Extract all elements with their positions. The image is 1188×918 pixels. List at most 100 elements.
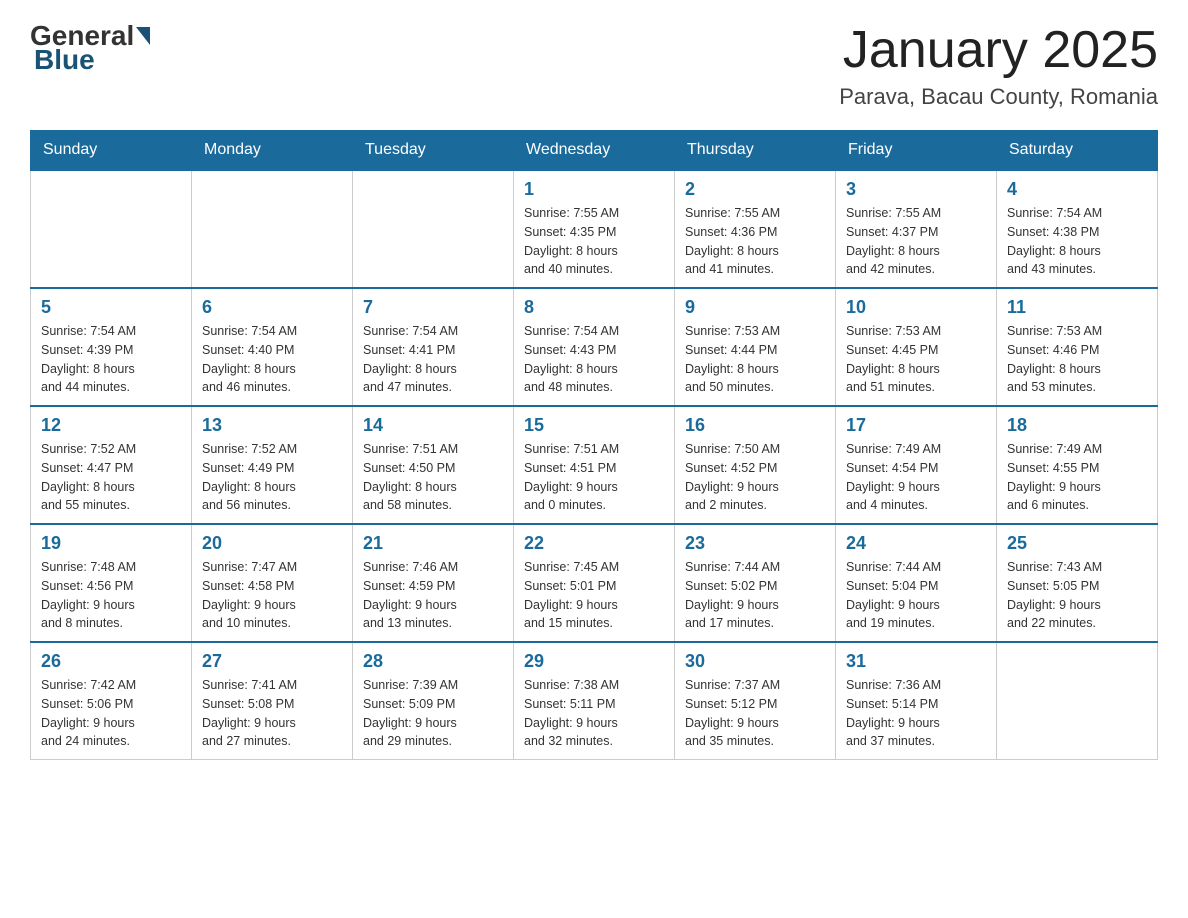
calendar-cell: 27 Sunrise: 7:41 AM Sunset: 5:08 PM Dayli… — [192, 642, 353, 760]
column-header-sunday: Sunday — [31, 131, 192, 171]
month-title: January 2025 — [839, 20, 1158, 80]
calendar-cell: 30 Sunrise: 7:37 AM Sunset: 5:12 PM Dayli… — [675, 642, 836, 760]
day-number: 29 — [524, 651, 664, 672]
day-info: Sunrise: 7:39 AM Sunset: 5:09 PM Dayligh… — [363, 676, 503, 751]
column-header-saturday: Saturday — [997, 131, 1158, 171]
day-number: 8 — [524, 297, 664, 318]
logo-blue-text: Blue — [34, 44, 95, 75]
day-number: 16 — [685, 415, 825, 436]
calendar-cell: 9 Sunrise: 7:53 AM Sunset: 4:44 PM Daylig… — [675, 288, 836, 406]
day-info: Sunrise: 7:44 AM Sunset: 5:04 PM Dayligh… — [846, 558, 986, 633]
day-number: 23 — [685, 533, 825, 554]
day-info: Sunrise: 7:48 AM Sunset: 4:56 PM Dayligh… — [41, 558, 181, 633]
day-number: 21 — [363, 533, 503, 554]
day-info: Sunrise: 7:51 AM Sunset: 4:50 PM Dayligh… — [363, 440, 503, 515]
column-header-wednesday: Wednesday — [514, 131, 675, 171]
day-number: 20 — [202, 533, 342, 554]
calendar-cell: 20 Sunrise: 7:47 AM Sunset: 4:58 PM Dayli… — [192, 524, 353, 642]
day-number: 11 — [1007, 297, 1147, 318]
calendar-cell — [997, 642, 1158, 760]
day-number: 27 — [202, 651, 342, 672]
day-number: 5 — [41, 297, 181, 318]
calendar-cell: 17 Sunrise: 7:49 AM Sunset: 4:54 PM Dayli… — [836, 406, 997, 524]
calendar-table: SundayMondayTuesdayWednesdayThursdayFrid… — [30, 130, 1158, 760]
calendar-cell: 15Sunrise: 7:51 AM Sunset: 4:51 PM Dayli… — [514, 406, 675, 524]
day-info: Sunrise: 7:53 AM Sunset: 4:46 PM Dayligh… — [1007, 322, 1147, 397]
day-number: 9 — [685, 297, 825, 318]
calendar-cell: 14Sunrise: 7:51 AM Sunset: 4:50 PM Dayli… — [353, 406, 514, 524]
calendar-cell: 2 Sunrise: 7:55 AM Sunset: 4:36 PM Daylig… — [675, 170, 836, 288]
day-info: Sunrise: 7:36 AM Sunset: 5:14 PM Dayligh… — [846, 676, 986, 751]
calendar-cell: 16 Sunrise: 7:50 AM Sunset: 4:52 PM Dayli… — [675, 406, 836, 524]
calendar-cell: 22 Sunrise: 7:45 AM Sunset: 5:01 PM Dayli… — [514, 524, 675, 642]
day-info: Sunrise: 7:55 AM Sunset: 4:37 PM Dayligh… — [846, 204, 986, 279]
column-header-monday: Monday — [192, 131, 353, 171]
day-info: Sunrise: 7:54 AM Sunset: 4:39 PM Dayligh… — [41, 322, 181, 397]
day-number: 22 — [524, 533, 664, 554]
day-number: 26 — [41, 651, 181, 672]
week-row-2: 5 Sunrise: 7:54 AM Sunset: 4:39 PM Daylig… — [31, 288, 1158, 406]
day-info: Sunrise: 7:38 AM Sunset: 5:11 PM Dayligh… — [524, 676, 664, 751]
day-info: Sunrise: 7:37 AM Sunset: 5:12 PM Dayligh… — [685, 676, 825, 751]
day-info: Sunrise: 7:50 AM Sunset: 4:52 PM Dayligh… — [685, 440, 825, 515]
day-info: Sunrise: 7:46 AM Sunset: 4:59 PM Dayligh… — [363, 558, 503, 633]
day-info: Sunrise: 7:49 AM Sunset: 4:55 PM Dayligh… — [1007, 440, 1147, 515]
calendar-cell: 5 Sunrise: 7:54 AM Sunset: 4:39 PM Daylig… — [31, 288, 192, 406]
day-info: Sunrise: 7:54 AM Sunset: 4:40 PM Dayligh… — [202, 322, 342, 397]
logo-triangle-icon — [136, 27, 150, 45]
day-number: 3 — [846, 179, 986, 200]
day-info: Sunrise: 7:49 AM Sunset: 4:54 PM Dayligh… — [846, 440, 986, 515]
column-header-thursday: Thursday — [675, 131, 836, 171]
day-number: 17 — [846, 415, 986, 436]
column-header-tuesday: Tuesday — [353, 131, 514, 171]
calendar-cell: 18 Sunrise: 7:49 AM Sunset: 4:55 PM Dayli… — [997, 406, 1158, 524]
calendar-cell — [31, 170, 192, 288]
column-header-friday: Friday — [836, 131, 997, 171]
calendar-cell — [192, 170, 353, 288]
day-info: Sunrise: 7:45 AM Sunset: 5:01 PM Dayligh… — [524, 558, 664, 633]
day-number: 12 — [41, 415, 181, 436]
day-number: 4 — [1007, 179, 1147, 200]
calendar-cell: 26 Sunrise: 7:42 AM Sunset: 5:06 PM Dayli… — [31, 642, 192, 760]
day-info: Sunrise: 7:52 AM Sunset: 4:49 PM Dayligh… — [202, 440, 342, 515]
calendar-cell: 6Sunrise: 7:54 AM Sunset: 4:40 PM Daylig… — [192, 288, 353, 406]
calendar-cell: 31Sunrise: 7:36 AM Sunset: 5:14 PM Dayli… — [836, 642, 997, 760]
calendar-cell: 13 Sunrise: 7:52 AM Sunset: 4:49 PM Dayli… — [192, 406, 353, 524]
day-info: Sunrise: 7:55 AM Sunset: 4:36 PM Dayligh… — [685, 204, 825, 279]
location-title: Parava, Bacau County, Romania — [839, 84, 1158, 110]
calendar-cell — [353, 170, 514, 288]
day-number: 1 — [524, 179, 664, 200]
day-number: 7 — [363, 297, 503, 318]
page-header: General Blue January 2025 Parava, Bacau … — [30, 20, 1158, 110]
calendar-cell: 11 Sunrise: 7:53 AM Sunset: 4:46 PM Dayli… — [997, 288, 1158, 406]
day-number: 28 — [363, 651, 503, 672]
week-row-3: 12Sunrise: 7:52 AM Sunset: 4:47 PM Dayli… — [31, 406, 1158, 524]
day-number: 30 — [685, 651, 825, 672]
calendar-cell: 28 Sunrise: 7:39 AM Sunset: 5:09 PM Dayli… — [353, 642, 514, 760]
day-info: Sunrise: 7:47 AM Sunset: 4:58 PM Dayligh… — [202, 558, 342, 633]
day-info: Sunrise: 7:54 AM Sunset: 4:38 PM Dayligh… — [1007, 204, 1147, 279]
calendar-cell: 12Sunrise: 7:52 AM Sunset: 4:47 PM Dayli… — [31, 406, 192, 524]
calendar-cell: 4 Sunrise: 7:54 AM Sunset: 4:38 PM Daylig… — [997, 170, 1158, 288]
day-info: Sunrise: 7:55 AM Sunset: 4:35 PM Dayligh… — [524, 204, 664, 279]
day-number: 13 — [202, 415, 342, 436]
day-number: 18 — [1007, 415, 1147, 436]
day-number: 2 — [685, 179, 825, 200]
week-row-4: 19Sunrise: 7:48 AM Sunset: 4:56 PM Dayli… — [31, 524, 1158, 642]
day-info: Sunrise: 7:54 AM Sunset: 4:41 PM Dayligh… — [363, 322, 503, 397]
logo: General Blue — [30, 20, 152, 76]
day-number: 24 — [846, 533, 986, 554]
calendar-cell: 29 Sunrise: 7:38 AM Sunset: 5:11 PM Dayli… — [514, 642, 675, 760]
day-info: Sunrise: 7:51 AM Sunset: 4:51 PM Dayligh… — [524, 440, 664, 515]
calendar-cell: 7 Sunrise: 7:54 AM Sunset: 4:41 PM Daylig… — [353, 288, 514, 406]
calendar-cell: 24 Sunrise: 7:44 AM Sunset: 5:04 PM Dayli… — [836, 524, 997, 642]
day-info: Sunrise: 7:41 AM Sunset: 5:08 PM Dayligh… — [202, 676, 342, 751]
day-info: Sunrise: 7:54 AM Sunset: 4:43 PM Dayligh… — [524, 322, 664, 397]
calendar-cell: 21 Sunrise: 7:46 AM Sunset: 4:59 PM Dayli… — [353, 524, 514, 642]
calendar-header-row: SundayMondayTuesdayWednesdayThursdayFrid… — [31, 131, 1158, 171]
day-info: Sunrise: 7:53 AM Sunset: 4:45 PM Dayligh… — [846, 322, 986, 397]
calendar-cell: 10Sunrise: 7:53 AM Sunset: 4:45 PM Dayli… — [836, 288, 997, 406]
day-info: Sunrise: 7:42 AM Sunset: 5:06 PM Dayligh… — [41, 676, 181, 751]
day-info: Sunrise: 7:53 AM Sunset: 4:44 PM Dayligh… — [685, 322, 825, 397]
day-info: Sunrise: 7:43 AM Sunset: 5:05 PM Dayligh… — [1007, 558, 1147, 633]
